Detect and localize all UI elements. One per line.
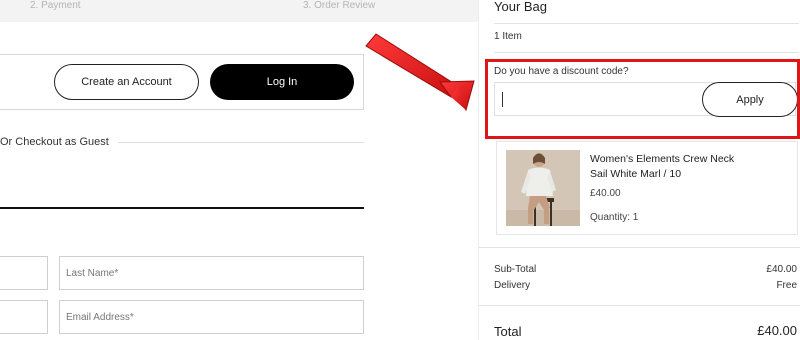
subtotal-label: Sub-Total [494,264,537,275]
create-account-button[interactable]: Create an Account [54,64,199,100]
delivery-value: Free [776,280,797,291]
product-name[interactable]: Women's Elements Crew Neck [590,153,734,165]
first-name-field[interactable] [0,256,48,290]
divider [494,52,799,53]
discount-code-label: Do you have a discount code? [494,66,629,77]
text-caret [502,92,503,107]
section-divider [0,207,364,209]
divider [494,23,799,24]
product-image[interactable] [506,150,580,226]
apply-discount-button[interactable]: Apply [702,82,798,117]
login-button[interactable]: Log In [210,64,354,100]
total-value: £40.00 [757,323,797,338]
last-name-placeholder: Last Name* [66,267,119,279]
step-order-review[interactable]: 3. Order Review [303,0,375,11]
email-field[interactable]: Email Address* [59,300,364,334]
product-variant: Sail White Marl / 10 [590,168,682,180]
divider [118,142,364,143]
delivery-label: Delivery [494,280,531,291]
product-photo-illustration [506,150,580,226]
divider [479,305,800,306]
total-label: Total [494,324,522,339]
bag-summary-pane: Your Bag 1 Item Do you have a discount c… [478,0,800,340]
last-name-field[interactable]: Last Name* [59,256,364,290]
divider [479,247,800,248]
email-placeholder: Email Address* [66,311,134,323]
product-price: £40.00 [590,188,621,199]
bag-title: Your Bag [494,0,548,14]
checkout-form-pane: 2. Payment 3. Order Review Create an Acc… [0,0,478,340]
subtotal-value: £40.00 [766,264,797,275]
guest-checkout-heading: Or Checkout as Guest [0,136,109,148]
product-quantity: Quantity: 1 [590,212,639,223]
bag-item-count: 1 Item [494,31,522,42]
step-payment[interactable]: 2. Payment [30,0,81,11]
phone-field[interactable] [0,300,48,334]
bag-product-card: Women's Elements Crew Neck Sail White Ma… [496,141,798,235]
checkout-steps-bar: 2. Payment 3. Order Review [0,0,478,22]
